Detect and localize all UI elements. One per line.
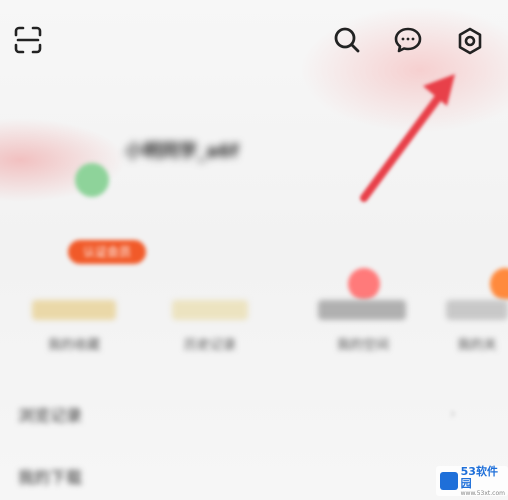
shortcut-thumb (32, 300, 116, 320)
shortcut-thumb (172, 300, 248, 320)
shortcut-card[interactable]: 我的空间 (318, 300, 408, 364)
menu-item[interactable]: 我的下载 (0, 450, 508, 500)
menu-item-label: 浏览记录 (18, 406, 83, 425)
menu-item-label: 我的下载 (18, 468, 83, 487)
shortcut-label: 我的收藏 (47, 338, 100, 353)
shortcut-card[interactable]: 我的关 (446, 300, 508, 364)
shortcut-label: 历史记录 (183, 338, 236, 353)
shortcut-card[interactable]: 我的收藏 (28, 300, 120, 364)
shortcut-card[interactable]: 历史记录 (170, 300, 250, 364)
menu-item[interactable]: 浏览记录 › (0, 388, 508, 442)
shortcut-label: 我的关 (457, 338, 497, 353)
watermark: 53软件园 www.53xt.com (436, 464, 508, 497)
chevron-right-icon: › (450, 406, 456, 422)
avatar[interactable] (75, 163, 109, 197)
watermark-url: www.53xt.com (460, 489, 505, 497)
settings-icon[interactable] (452, 23, 488, 59)
shortcut-label: 我的空间 (336, 338, 389, 353)
message-icon[interactable] (391, 23, 425, 57)
watermark-logo-icon (440, 472, 458, 490)
level-badge[interactable]: 认证会员 (68, 240, 146, 264)
shortcut-thumb (446, 300, 508, 320)
scan-icon[interactable] (10, 22, 46, 58)
shortcut-thumb (318, 300, 406, 320)
watermark-text: 53软件园 (460, 464, 498, 490)
shortcut-icon (348, 268, 380, 300)
search-icon[interactable] (330, 23, 364, 57)
username[interactable]: 小明同学_a6f (125, 137, 295, 163)
